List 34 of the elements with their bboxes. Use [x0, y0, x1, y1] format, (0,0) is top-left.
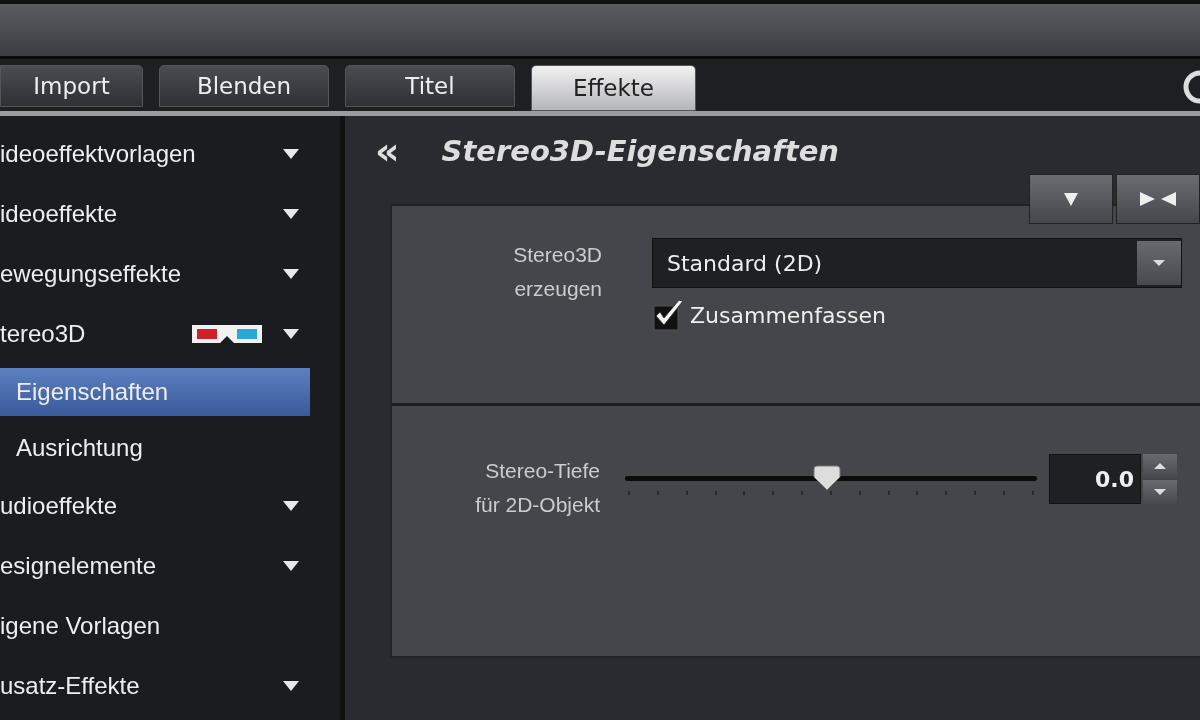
increment-button[interactable] — [1143, 454, 1177, 478]
compress-button[interactable] — [1116, 174, 1200, 224]
sidebar-item[interactable]: ewegungseffekte — [0, 244, 300, 304]
up-triangle-icon — [1153, 462, 1167, 470]
tab[interactable]: Blenden — [159, 65, 329, 107]
sidebar-item[interactable]: usatz-Effekte — [0, 656, 300, 716]
sidebar-item[interactable]: Ausrichtung — [0, 420, 300, 476]
tab[interactable]: Effekte — [531, 65, 696, 111]
tab[interactable]: Import — [0, 65, 143, 107]
dropdown-arrow-button[interactable] — [1137, 241, 1181, 285]
tab[interactable]: Titel — [345, 65, 515, 107]
sidebar-item[interactable]: udioeffekte — [0, 476, 300, 536]
collapse-button[interactable] — [1029, 174, 1113, 224]
3d-glasses-icon — [192, 323, 262, 345]
down-triangle-icon — [1153, 488, 1167, 496]
decrement-button[interactable] — [1143, 480, 1177, 504]
caret-icon — [1152, 259, 1166, 267]
mode-dropdown[interactable]: Standard (2D) — [652, 238, 1182, 288]
checkbox-label: Zusammenfassen — [690, 302, 886, 328]
sidebar-item[interactable]: ideoeffektvorlagen — [0, 124, 300, 184]
field-label: Stereo-Tiefe für 2D-Objekt — [474, 458, 600, 518]
sidebar-item[interactable]: Eigenschaften — [0, 368, 310, 416]
back-button[interactable]: « — [375, 136, 400, 166]
slider-thumb[interactable] — [811, 465, 842, 491]
sidebar-item[interactable]: igene Vorlagen — [0, 596, 300, 656]
checkbox[interactable] — [652, 298, 686, 332]
panel-title: Stereo3D-Eigenschaften — [441, 134, 839, 168]
value-field[interactable]: 0.0 — [1049, 454, 1141, 504]
converging-triangles-icon — [1138, 191, 1178, 207]
sidebar-item[interactable]: esignelemente — [0, 536, 300, 596]
down-triangle-icon — [1061, 191, 1081, 207]
sidebar-item[interactable]: ideoeffekte — [0, 184, 300, 244]
sidebar-item[interactable]: tereo3D — [0, 304, 300, 364]
field-label: Stereo3D erzeugen — [512, 242, 602, 302]
